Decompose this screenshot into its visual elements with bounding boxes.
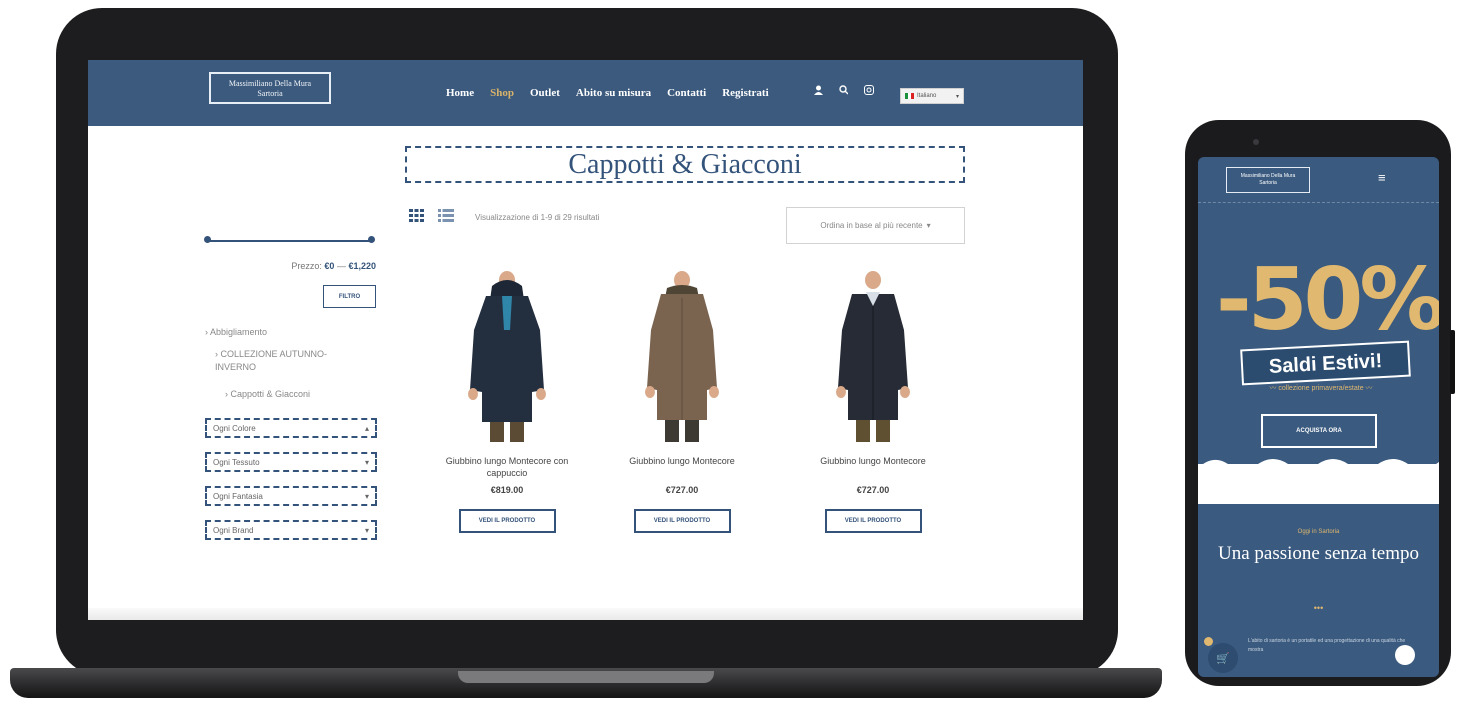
product-card: Giubbino lungo Montecore con cappuccio €… bbox=[432, 270, 582, 533]
site-header: Massimiliano Della Mura Sartoria Home Sh… bbox=[88, 60, 1083, 126]
header-icons bbox=[814, 85, 874, 95]
filter-button[interactable]: FILTRO bbox=[323, 285, 376, 308]
grid-view-icon[interactable] bbox=[409, 209, 424, 222]
view-product-button[interactable]: VEDI IL PRODOTTO bbox=[824, 509, 922, 533]
category-link-cappotti[interactable]: › Cappotti & Giacconi bbox=[225, 388, 310, 401]
price-max: €1,220 bbox=[348, 261, 376, 271]
view-toggle bbox=[409, 209, 454, 222]
section-paragraph: L'abito di sartoria è un portatile ed un… bbox=[1248, 638, 1406, 653]
language-selector[interactable]: Italiano ▾ bbox=[900, 88, 964, 104]
chevron-down-icon: ▾ bbox=[364, 457, 369, 467]
phone-screen: Massimiliano Della Mura Sartoria ≡ -50% … bbox=[1198, 157, 1439, 677]
phone-side-button bbox=[1450, 330, 1455, 394]
next-row-preview bbox=[88, 608, 1083, 620]
product-price: €819.00 bbox=[490, 485, 524, 495]
logo-text-line2: Sartoria bbox=[1259, 180, 1277, 186]
price-slider-track[interactable] bbox=[207, 240, 372, 242]
italy-flag-icon bbox=[905, 93, 914, 99]
price-range-label: Prezzo: €0 — €1,220 bbox=[273, 261, 376, 271]
category-label: Cappotti & Giacconi bbox=[230, 389, 311, 399]
dropdown-label: Ogni Colore bbox=[213, 423, 256, 433]
product-price: €727.00 bbox=[665, 485, 699, 495]
search-icon[interactable] bbox=[839, 85, 848, 95]
fabric-filter-select[interactable]: Ogni Tessuto ▾ bbox=[205, 452, 377, 472]
sale-banner: Saldi Estivi! bbox=[1240, 340, 1411, 386]
sort-label: Ordina in base al più recente bbox=[820, 221, 923, 230]
instagram-icon[interactable] bbox=[864, 85, 874, 95]
brand-filter-select[interactable]: Ogni Brand ▾ bbox=[205, 520, 377, 540]
header-divider bbox=[1198, 202, 1439, 203]
page-title: Cappotti & Giacconi bbox=[405, 146, 965, 183]
dropdown-label: Ogni Fantasia bbox=[213, 491, 263, 501]
sale-subtitle: 〰 collezione primavera/estate 〰 bbox=[1269, 385, 1373, 392]
category-label: Abbigliamento bbox=[210, 327, 268, 337]
phone-camera bbox=[1253, 139, 1259, 145]
chevron-down-icon: ▾ bbox=[926, 221, 931, 230]
product-name[interactable]: Giubbino lungo Montecore bbox=[607, 455, 757, 467]
hamburger-menu-icon[interactable]: ≡ bbox=[1378, 170, 1386, 185]
laptop-screen: Massimiliano Della Mura Sartoria Home Sh… bbox=[88, 60, 1083, 620]
shop-now-button[interactable]: ACQUISTA ORA bbox=[1261, 414, 1377, 448]
dropdown-label: Ogni Brand bbox=[213, 525, 254, 535]
results-count: Visualizzazione di 1-9 di 29 risultati bbox=[475, 213, 600, 222]
product-image[interactable] bbox=[818, 270, 928, 442]
product-image[interactable] bbox=[452, 270, 562, 442]
sale-percentage: -50% bbox=[1216, 250, 1439, 350]
nav-abito-su-misura[interactable]: Abito su misura bbox=[576, 87, 651, 99]
price-min: €0 bbox=[324, 261, 335, 271]
category-link-collezione[interactable]: › COLLEZIONE AUTUNNO-INVERNO bbox=[215, 348, 345, 374]
chevron-down-icon: ▾ bbox=[364, 525, 369, 535]
chat-icon[interactable] bbox=[1395, 645, 1415, 665]
section-dots: ••• bbox=[1313, 603, 1324, 613]
logo-text-line1: Massimiliano Della Mura bbox=[1240, 173, 1296, 179]
product-name[interactable]: Giubbino lungo Montecore con cappuccio bbox=[432, 455, 582, 479]
sale-subtitle-text: collezione primavera/estate bbox=[1278, 385, 1364, 392]
main-nav: Home Shop Outlet Abito su misura Contatt… bbox=[446, 87, 769, 99]
site-logo[interactable]: Massimiliano Della Mura Sartoria bbox=[209, 72, 331, 104]
price-slider-max-handle[interactable] bbox=[368, 236, 375, 243]
category-link-abbigliamento[interactable]: › Abbigliamento bbox=[205, 326, 267, 339]
price-separator: — bbox=[336, 261, 346, 271]
nav-outlet[interactable]: Outlet bbox=[530, 87, 560, 99]
laptop-notch bbox=[458, 671, 714, 683]
cart-icon[interactable]: 🛒 bbox=[1208, 643, 1238, 673]
view-product-button[interactable]: VEDI IL PRODOTTO bbox=[458, 509, 556, 533]
user-icon[interactable] bbox=[814, 85, 823, 95]
color-filter-select[interactable]: Ogni Colore ▴ bbox=[205, 418, 377, 438]
hero-bottom-band bbox=[1198, 464, 1439, 504]
nav-registrati[interactable]: Registrati bbox=[722, 87, 768, 99]
section-headline: Una passione senza tempo bbox=[1217, 543, 1420, 564]
category-label: COLLEZIONE AUTUNNO-INVERNO bbox=[215, 349, 328, 372]
chevron-down-icon: ▾ bbox=[955, 93, 959, 100]
pattern-filter-select[interactable]: Ogni Fantasia ▾ bbox=[205, 486, 377, 506]
cart-count-badge bbox=[1204, 637, 1213, 646]
price-prefix: Prezzo: bbox=[291, 261, 322, 271]
product-price: €727.00 bbox=[856, 485, 890, 495]
sort-select[interactable]: Ordina in base al più recente ▾ bbox=[786, 207, 965, 244]
section-kicker: Oggi in Sartoria bbox=[1297, 529, 1340, 535]
language-label: Italiano bbox=[917, 93, 937, 99]
nav-shop[interactable]: Shop bbox=[490, 87, 514, 99]
price-slider-min-handle[interactable] bbox=[204, 236, 211, 243]
mobile-site-logo[interactable]: Massimiliano Della Mura Sartoria bbox=[1226, 167, 1310, 193]
dropdown-label: Ogni Tessuto bbox=[213, 457, 260, 467]
list-view-icon[interactable] bbox=[438, 209, 454, 222]
chevron-down-icon: ▾ bbox=[364, 491, 369, 501]
product-card: Giubbino lungo Montecore €727.00 VEDI IL… bbox=[798, 270, 948, 533]
product-card: Giubbino lungo Montecore €727.00 VEDI IL… bbox=[607, 270, 757, 533]
nav-contatti[interactable]: Contatti bbox=[667, 87, 706, 99]
product-image[interactable] bbox=[627, 270, 737, 442]
nav-home[interactable]: Home bbox=[446, 87, 474, 99]
view-product-button[interactable]: VEDI IL PRODOTTO bbox=[633, 509, 731, 533]
logo-text-line1: Massimiliano Della Mura bbox=[228, 79, 312, 88]
chevron-down-icon: ▴ bbox=[364, 423, 369, 433]
logo-text-line2: Sartoria bbox=[257, 89, 283, 98]
product-name[interactable]: Giubbino lungo Montecore bbox=[798, 455, 948, 467]
